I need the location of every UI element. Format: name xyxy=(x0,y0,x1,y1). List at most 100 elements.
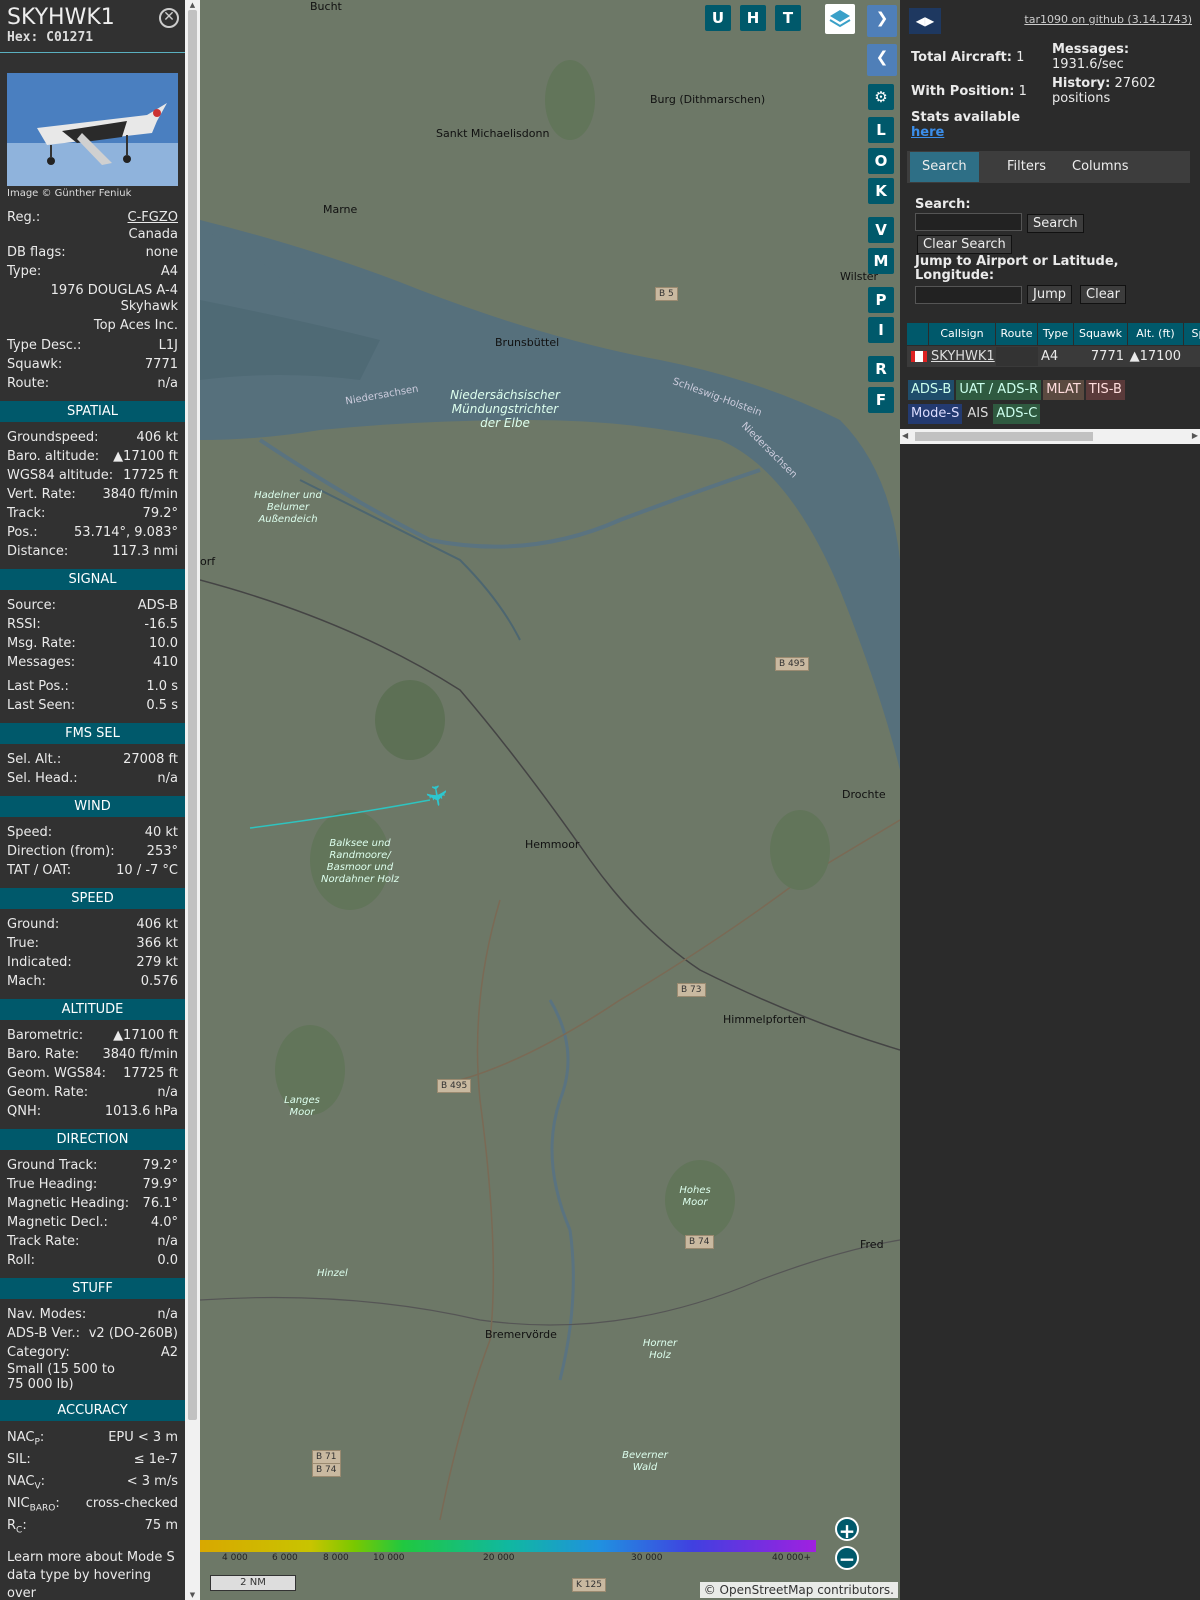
accuracy-value: cross-checked xyxy=(85,1496,178,1511)
map-view[interactable]: ✈ Burg (Dithmarschen) Sankt Michaelisdonn… xyxy=(200,0,900,1600)
toggle-h-button[interactable]: H xyxy=(740,5,766,31)
info-value: 253° xyxy=(146,844,178,859)
map-place-label: Balksee und Randmoore/ Basmoor und Norda… xyxy=(321,838,399,885)
map-toggle-o-button[interactable]: O xyxy=(868,148,894,174)
clear-button[interactable]: Clear xyxy=(1080,285,1126,304)
col-type[interactable]: Type xyxy=(1038,323,1074,345)
info-label: Speed: xyxy=(7,825,53,840)
scrollbar-thumb[interactable] xyxy=(188,10,197,1420)
map-toggle-v-button[interactable]: V xyxy=(868,217,894,243)
search-button[interactable]: Search xyxy=(1027,214,1084,233)
panel-resize-icon[interactable]: ◀▶ xyxy=(909,8,941,34)
map-toggle-f-button[interactable]: F xyxy=(868,387,894,413)
map-place-label: Niedersächsischer Mündungstrichter der E… xyxy=(450,388,560,430)
info-value: 410 xyxy=(153,655,178,670)
map-place-label: Hinzel xyxy=(317,1268,348,1279)
route-row: Route: n/a xyxy=(0,374,185,393)
accuracy-label: NICBARO: xyxy=(7,1493,60,1515)
typedesc-value: L1J xyxy=(158,338,178,353)
aircraft-marker-icon[interactable]: ✈ xyxy=(418,781,455,810)
map-toggle-r-button[interactable]: R xyxy=(868,356,894,382)
legend-tick-label: 8 000 xyxy=(323,1553,349,1563)
scroll-down-icon[interactable]: ▼ xyxy=(185,1590,200,1600)
selected-callsign: SKYHWK1 xyxy=(7,5,115,30)
close-icon[interactable]: ✕ xyxy=(159,8,179,28)
info-value: ▲17100 ft xyxy=(113,449,178,464)
map-toggle-i-button[interactable]: I xyxy=(868,317,894,343)
info-row: Msg. Rate: 10.0 xyxy=(0,634,185,653)
row-callsign[interactable]: SKYHWK1 xyxy=(931,346,995,367)
col-callsign[interactable]: Callsign xyxy=(929,323,996,345)
row-squawk: 7771 xyxy=(1090,349,1124,364)
info-row: Track Rate: n/a xyxy=(0,1232,185,1251)
table-row[interactable]: SKYHWK1 A4 7771 ▲17100 xyxy=(907,346,1200,367)
col-route[interactable]: Route xyxy=(996,323,1038,345)
search-input[interactable] xyxy=(915,213,1022,231)
github-link[interactable]: tar1090 on github (3.14.1743) xyxy=(1024,13,1192,26)
scroll-up-icon[interactable]: ▲ xyxy=(185,0,200,10)
squawk-label: Squawk: xyxy=(7,357,63,372)
registration-link[interactable]: C-FGZO xyxy=(128,208,178,227)
aircraft-info-panel: SKYHWK1 Hex: C01271 ✕ Image © Günther Fe… xyxy=(0,0,185,1600)
map-toggle-p-button[interactable]: P xyxy=(868,287,894,313)
info-label: Last Seen: xyxy=(7,698,76,713)
map-canvas xyxy=(200,0,900,1600)
info-label: Category: xyxy=(7,1345,70,1360)
squawk-row: Squawk: 7771 xyxy=(0,355,185,374)
info-label: QNH: xyxy=(7,1104,42,1119)
info-label: Indicated: xyxy=(7,955,72,970)
accuracy-label-colon: : xyxy=(22,1518,27,1533)
table-hscrollbar[interactable]: ◀ ▶ xyxy=(900,429,1200,444)
search-label: Search: xyxy=(915,197,971,212)
scroll-left-icon[interactable]: ◀ xyxy=(902,431,908,440)
zoom-out-icon[interactable]: − xyxy=(835,1546,859,1570)
info-label: Nav. Modes: xyxy=(7,1307,87,1322)
layers-icon[interactable] xyxy=(825,4,855,34)
info-row: Ground: 406 kt xyxy=(0,915,185,934)
col-altitude[interactable]: Alt. (ft) xyxy=(1128,323,1184,345)
map-place-label: Hadelner und Belumer Außendeich xyxy=(254,490,322,525)
tab-bar: Search Filters Columns xyxy=(907,151,1190,183)
toggle-u-button[interactable]: U xyxy=(705,5,731,31)
tab-columns[interactable]: Columns xyxy=(1060,152,1141,182)
col-squawk[interactable]: Squawk xyxy=(1074,323,1128,345)
accuracy-label: NACV: xyxy=(7,1471,45,1493)
map-place-label: Fred xyxy=(860,1238,884,1251)
collapse-left-icon[interactable]: ❮ xyxy=(867,44,897,76)
info-value: 279 kt xyxy=(136,955,178,970)
col-speed[interactable]: Sp xyxy=(1184,323,1200,345)
legend-gradient xyxy=(200,1540,816,1552)
scroll-right-icon[interactable]: ▶ xyxy=(1192,431,1198,440)
tab-search[interactable]: Search xyxy=(910,152,979,182)
hscroll-thumb[interactable] xyxy=(915,432,1093,441)
map-toggle-k-button[interactable]: K xyxy=(868,178,894,204)
aircraft-list-panel: ◀▶ tar1090 on github (3.14.1743) Total A… xyxy=(900,0,1200,1600)
expand-right-icon[interactable]: ❯ xyxy=(867,5,897,37)
country: Canada xyxy=(128,227,178,242)
settings-gear-icon[interactable]: ⚙ xyxy=(868,84,894,110)
accuracy-row: NICBARO: cross-checked xyxy=(0,1493,185,1515)
info-row: Direction (from): 253° xyxy=(0,842,185,861)
info-scrollbar[interactable]: ▲ ▼ xyxy=(185,0,200,1600)
info-value: 40 kt xyxy=(144,825,178,840)
info-row: Magnetic Decl.: 4.0° xyxy=(0,1213,185,1232)
map-toggle-l-button[interactable]: L xyxy=(868,117,894,143)
stats-link[interactable]: here xyxy=(911,125,944,140)
jump-button[interactable]: Jump xyxy=(1027,285,1072,304)
clear-search-button[interactable]: Clear Search xyxy=(917,235,1012,254)
tab-filters[interactable]: Filters xyxy=(995,152,1058,182)
accuracy-value: ≤ 1e-7 xyxy=(133,1452,178,1467)
info-label: Baro. Rate: xyxy=(7,1047,80,1062)
aircraft-photo[interactable] xyxy=(7,73,178,186)
zoom-in-icon[interactable]: + xyxy=(835,1517,859,1543)
info-row: Baro. altitude: ▲17100 ft xyxy=(0,447,185,466)
map-attribution[interactable]: © OpenStreetMap contributors. xyxy=(699,1582,898,1598)
info-value: 10.0 xyxy=(149,636,178,651)
map-toggle-m-button[interactable]: M xyxy=(868,248,894,274)
info-value: 1013.6 hPa xyxy=(104,1104,178,1119)
jump-input[interactable] xyxy=(915,286,1022,304)
info-value: ▲17100 ft xyxy=(113,1028,178,1043)
map-place-label: Beverner Wald xyxy=(622,1450,668,1473)
row-altitude: ▲17100 xyxy=(1129,349,1181,364)
toggle-t-button[interactable]: T xyxy=(775,5,801,31)
